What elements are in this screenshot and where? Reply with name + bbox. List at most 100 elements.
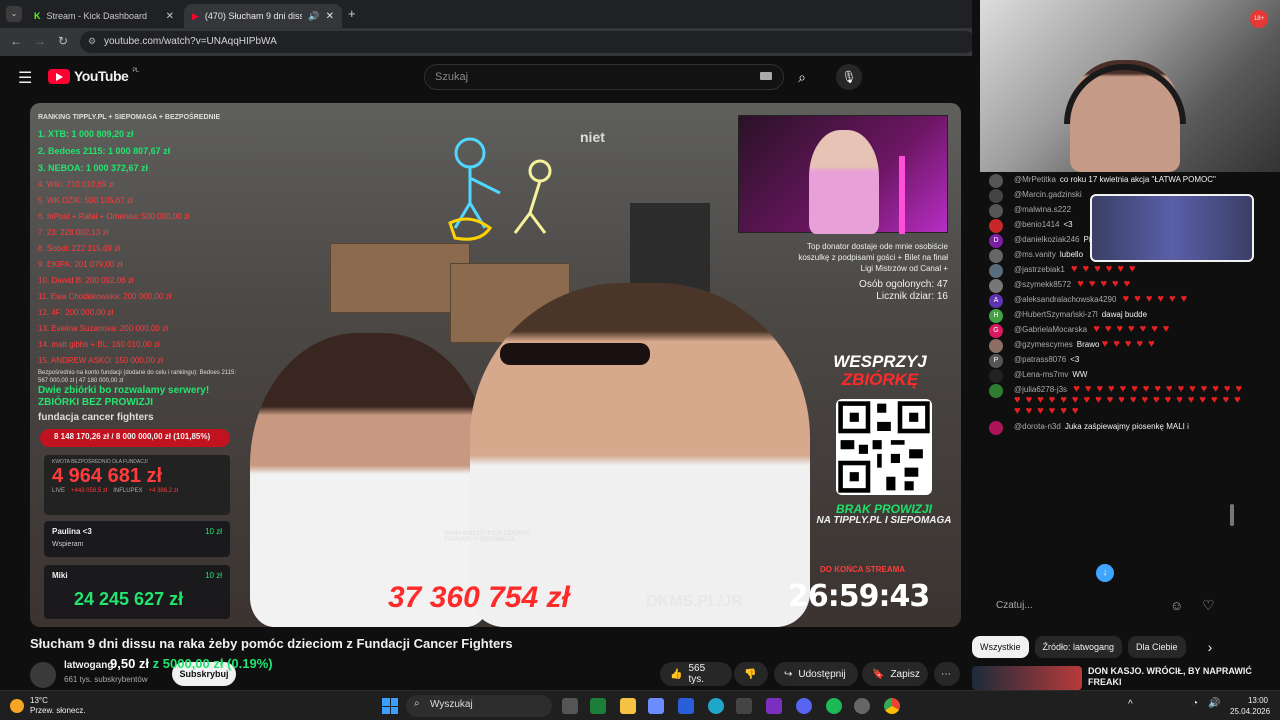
chat-avatar[interactable] bbox=[989, 249, 1003, 263]
speaker-icon[interactable]: 🔊 bbox=[308, 11, 319, 22]
back-icon[interactable]: ← bbox=[10, 34, 22, 48]
chat-avatar[interactable] bbox=[989, 339, 1003, 353]
chat-username[interactable]: @GabrielaMocarska bbox=[1014, 325, 1087, 334]
channel-name[interactable]: latwogang bbox=[64, 660, 113, 671]
reload-icon[interactable]: ↻ bbox=[58, 34, 68, 48]
close-tab-icon[interactable]: ✕ bbox=[326, 11, 334, 22]
app-icon[interactable] bbox=[678, 698, 694, 714]
forward-icon[interactable]: → bbox=[34, 34, 46, 48]
taskbar-search[interactable]: ⌕ Wyszukaj bbox=[406, 695, 552, 717]
search-icon: ⌕ bbox=[414, 698, 420, 709]
video-player[interactable]: niet RANKING TIPPLY.PL + SIEPOMAGA + BEZ… bbox=[30, 103, 961, 627]
chat-message: G @GabrielaMocarska ♥ ♥ ♥ ♥ ♥ ♥ ♥ bbox=[980, 322, 1248, 338]
ranking-entry: 2. Bedoes 2115: 1 000 807,67 zł bbox=[38, 146, 171, 156]
edge-icon[interactable] bbox=[708, 698, 724, 714]
chat-username[interactable]: @Marcin.gadzinski bbox=[1014, 190, 1082, 199]
emoji-icon[interactable]: ☺ bbox=[1170, 598, 1183, 613]
network-icon[interactable]: ◔ bbox=[1192, 698, 1198, 709]
chat-message: @gzymescymes Brawo ♥ ♥ ♥ ♥ ♥ bbox=[980, 337, 1248, 353]
spotify-icon[interactable] bbox=[826, 698, 842, 714]
green-total: 24 245 627 zł bbox=[74, 589, 184, 609]
chat-username[interactable]: @malwina.s222 bbox=[1014, 205, 1071, 214]
tab-youtube-video[interactable]: ▶ (470) Słucham 9 dni dissu n 🔊 ✕ bbox=[184, 4, 342, 28]
file-explorer-icon[interactable] bbox=[620, 698, 636, 714]
url-text: youtube.com/watch?v=UNAqqHIPbWA bbox=[104, 36, 277, 47]
dislike-button[interactable]: 👎 bbox=[734, 662, 768, 686]
tab-menu-icon[interactable]: ⌄ bbox=[6, 6, 22, 22]
clock[interactable]: 13:00 25.04.2026 bbox=[1230, 695, 1270, 717]
chat-avatar[interactable] bbox=[989, 421, 1003, 435]
chat-avatar[interactable] bbox=[989, 279, 1003, 293]
ranking-entry: 14. matt gibbs + BL: 160 010,00 zł bbox=[38, 340, 160, 349]
more-actions-button[interactable]: ⋯ bbox=[934, 662, 960, 686]
chip-for-you[interactable]: Dla Ciebie bbox=[1128, 636, 1186, 658]
chat-username[interactable]: @MrPetitka bbox=[1014, 175, 1056, 184]
corner-text: niet bbox=[580, 129, 605, 145]
chip-all[interactable]: Wszystkie bbox=[972, 636, 1029, 658]
app-icon[interactable] bbox=[590, 698, 606, 714]
url-field[interactable]: ⚙ youtube.com/watch?v=UNAqqHIPbWA bbox=[80, 31, 976, 53]
chat-text: Juka zaśpiewajmy piosenkę MALI i bbox=[1064, 422, 1189, 431]
chat-username[interactable]: @jastrzebiak1 bbox=[1014, 265, 1065, 274]
tab-kick-dashboard[interactable]: K Stream - Kick Dashboard ✕ bbox=[26, 4, 182, 28]
chrome-icon[interactable] bbox=[884, 698, 900, 714]
address-bar-row: ← → ↻ ⚙ youtube.com/watch?v=UNAqqHIPbWA bbox=[0, 28, 980, 56]
chat-text: lubello bbox=[1059, 250, 1084, 259]
chat-avatar[interactable] bbox=[989, 219, 1003, 233]
heart-icon[interactable]: ♡ bbox=[1202, 597, 1215, 614]
like-button[interactable]: 👍 565 tys. bbox=[660, 662, 732, 686]
chat-avatar[interactable]: A bbox=[989, 294, 1003, 308]
app-icon[interactable] bbox=[766, 698, 782, 714]
chevron-right-icon[interactable]: › bbox=[1208, 639, 1213, 655]
start-icon[interactable] bbox=[382, 698, 398, 714]
chat-avatar[interactable] bbox=[989, 264, 1003, 278]
keyboard-icon[interactable] bbox=[760, 72, 772, 80]
chat-avatar[interactable]: G bbox=[989, 324, 1003, 338]
weather-widget[interactable]: 13°C Przew. słonecz. bbox=[10, 696, 86, 716]
chat-avatar[interactable] bbox=[989, 174, 1003, 188]
discord-icon[interactable] bbox=[796, 698, 812, 714]
site-info-icon[interactable]: ⚙ bbox=[88, 36, 96, 47]
chat-avatar[interactable]: P bbox=[989, 354, 1003, 368]
task-view-icon[interactable] bbox=[562, 698, 578, 714]
chat-username[interactable]: @ms.vanity bbox=[1014, 250, 1056, 259]
hamburger-menu-icon[interactable]: ☰ bbox=[18, 68, 32, 88]
chat-avatar[interactable] bbox=[989, 189, 1003, 203]
search-input[interactable]: Szukaj bbox=[424, 64, 784, 90]
app-icon[interactable] bbox=[648, 698, 664, 714]
recommended-title[interactable]: DON KASJO. WRÓCIŁ, BY NAPRAWIĆ FREAKI bbox=[1088, 666, 1268, 688]
chat-username[interactable]: @aleksandralachowska4290 bbox=[1014, 295, 1116, 304]
chat-username[interactable]: @HubertSzymański-z7l bbox=[1014, 310, 1098, 319]
scroll-down-icon[interactable]: ↓ bbox=[1096, 564, 1114, 582]
chat-username[interactable]: @dorota-n3d bbox=[1014, 422, 1061, 431]
kick-icon: K bbox=[34, 11, 41, 21]
chat-avatar[interactable] bbox=[989, 369, 1003, 383]
chat-username[interactable]: @danielkoziak246 bbox=[1014, 235, 1080, 244]
close-tab-icon[interactable]: ✕ bbox=[166, 11, 174, 22]
chat-username[interactable]: @benio1414 bbox=[1014, 220, 1060, 229]
recommended-thumbnail[interactable] bbox=[972, 666, 1082, 690]
channel-avatar[interactable] bbox=[30, 662, 56, 688]
volume-icon[interactable]: 🔊 bbox=[1208, 698, 1220, 709]
youtube-logo[interactable]: YouTube PL bbox=[48, 68, 139, 84]
chat-username[interactable]: @Lena-ms7mv bbox=[1014, 370, 1068, 379]
chat-avatar[interactable] bbox=[989, 204, 1003, 218]
chat-avatar[interactable]: H bbox=[989, 309, 1003, 323]
chat-input[interactable]: Czatuj... ☺ ♡ bbox=[980, 594, 1230, 620]
save-button[interactable]: 🔖 Zapisz bbox=[862, 662, 928, 686]
store-icon[interactable] bbox=[736, 698, 752, 714]
tray-chevron-icon[interactable]: ^ bbox=[1128, 699, 1133, 710]
chat-username[interactable]: @patrass8076 bbox=[1014, 355, 1066, 364]
chat-scrollbar[interactable] bbox=[1230, 504, 1234, 526]
share-button[interactable]: ↪ Udostępnij bbox=[774, 662, 858, 686]
search-button[interactable]: ⌕ bbox=[784, 64, 820, 90]
chat-avatar[interactable]: D bbox=[989, 234, 1003, 248]
chip-source[interactable]: Źródło: latwogang bbox=[1034, 636, 1123, 658]
new-tab-button[interactable]: + bbox=[348, 6, 356, 21]
voice-search-button[interactable]: 🎙 bbox=[836, 64, 862, 90]
app-icon[interactable] bbox=[854, 698, 870, 714]
chat-username[interactable]: @julia6278-j3s bbox=[1014, 385, 1067, 394]
chat-username[interactable]: @szymekk8572 bbox=[1014, 280, 1071, 289]
chat-avatar[interactable] bbox=[989, 384, 1003, 398]
chat-username[interactable]: @gzymescymes bbox=[1014, 340, 1073, 349]
